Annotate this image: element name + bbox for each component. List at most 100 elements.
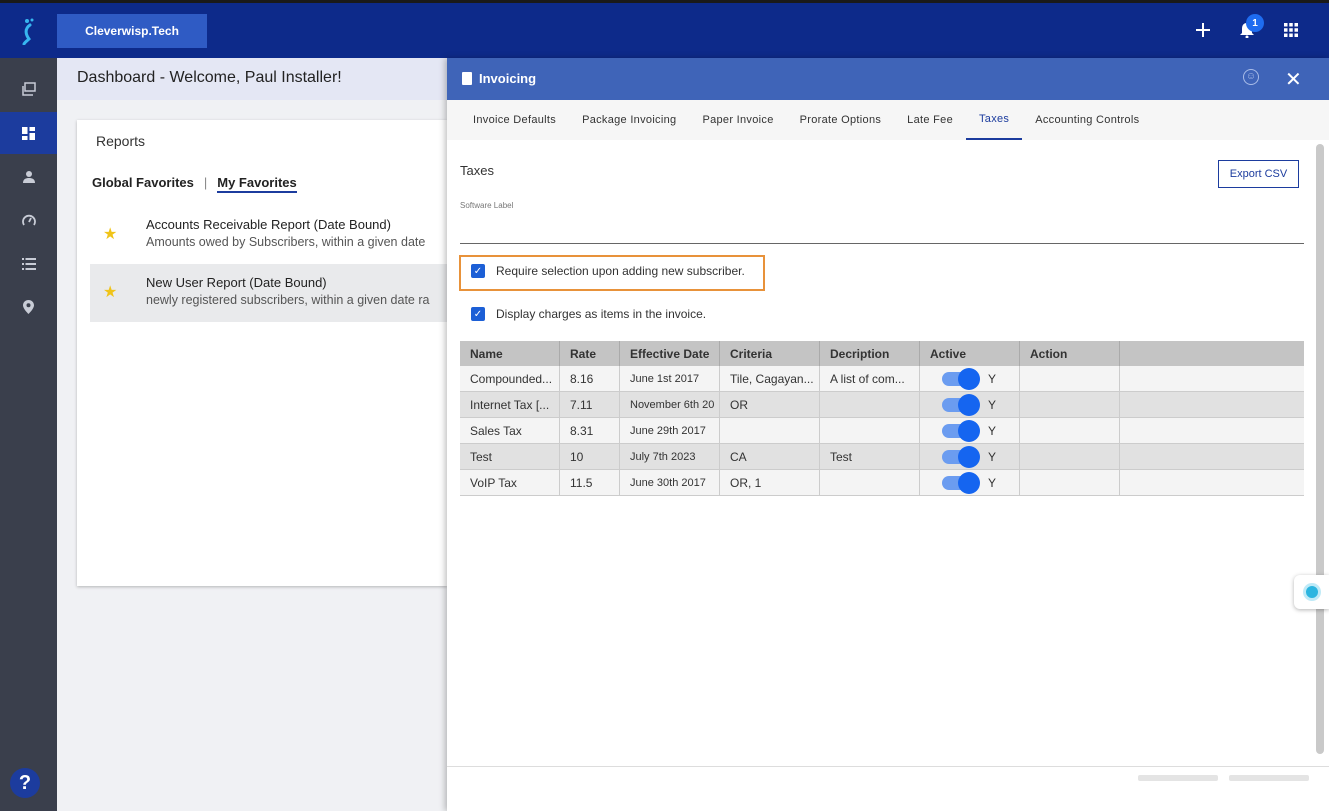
list-icon[interactable]	[0, 243, 57, 285]
star-icon[interactable]: ★	[103, 282, 117, 302]
active-value: Y	[988, 371, 997, 386]
location-icon[interactable]	[0, 286, 57, 328]
active-value: Y	[988, 423, 997, 438]
cell-name: Sales Tax	[460, 418, 560, 443]
active-toggle[interactable]	[942, 445, 980, 468]
assistant-launcher-icon[interactable]	[1294, 575, 1329, 609]
column-header[interactable]: Name	[460, 341, 560, 366]
cell-rate: 11.5	[560, 470, 620, 495]
logo-icon[interactable]	[18, 17, 40, 46]
footer-button[interactable]	[1229, 775, 1309, 781]
active-value: Y	[988, 475, 997, 490]
cell-description: Test	[820, 444, 920, 469]
brand-button[interactable]: Cleverwisp.Tech	[57, 14, 207, 48]
close-icon[interactable]: ✕	[1285, 67, 1302, 92]
cell-active: Y	[920, 392, 1020, 417]
cell-empty	[1120, 392, 1304, 417]
tab-package-invoicing[interactable]: Package Invoicing	[569, 100, 689, 140]
gallery-icon[interactable]	[0, 68, 57, 110]
cell-active: Y	[920, 444, 1020, 469]
tab-my-favorites[interactable]: My Favorites	[217, 175, 297, 193]
column-header-empty	[1120, 341, 1304, 366]
report-item[interactable]: ★ New User Report (Date Bound) newly reg…	[90, 264, 447, 322]
display-charges-checkbox-row[interactable]: ✓ Display charges as items in the invoic…	[471, 307, 706, 321]
speed-icon[interactable]	[0, 199, 57, 241]
tab-paper-invoice[interactable]: Paper Invoice	[689, 100, 786, 140]
tab-bar: Invoice Defaults Package Invoicing Paper…	[447, 100, 1329, 140]
cell-action	[1020, 418, 1120, 443]
section-title: Taxes	[460, 163, 494, 178]
require-selection-checkbox-row[interactable]: ✓ Require selection upon adding new subs…	[471, 264, 745, 278]
column-header[interactable]: Rate	[560, 341, 620, 366]
table-row[interactable]: Sales Tax 8.31 June 29th 2017 Y	[460, 418, 1304, 444]
table-row[interactable]: Internet Tax [... 7.11 November 6th 20 O…	[460, 392, 1304, 418]
panel-header: Invoicing ☺ ✕	[447, 58, 1329, 100]
document-icon	[462, 72, 472, 85]
cell-action	[1020, 444, 1120, 469]
report-item[interactable]: ★ Accounts Receivable Report (Date Bound…	[90, 206, 447, 264]
report-title: Accounts Receivable Report (Date Bound)	[146, 217, 391, 232]
cell-description	[820, 392, 920, 417]
cell-action	[1020, 470, 1120, 495]
invoicing-panel: Invoicing ☺ ✕ Invoice Defaults Package I…	[447, 58, 1329, 811]
tab-taxes[interactable]: Taxes	[966, 100, 1023, 140]
cell-date: July 7th 2023	[620, 444, 720, 469]
cell-rate: 7.11	[560, 392, 620, 417]
cell-empty	[1120, 470, 1304, 495]
cell-empty	[1120, 444, 1304, 469]
cell-empty	[1120, 418, 1304, 443]
cell-empty	[1120, 366, 1304, 391]
panel-title: Invoicing	[479, 71, 537, 86]
checkbox-label: Display charges as items in the invoice.	[496, 307, 707, 321]
column-header[interactable]: Active	[920, 341, 1020, 366]
column-header[interactable]: Effective Date	[620, 341, 720, 366]
checkbox-checked-icon[interactable]: ✓	[471, 264, 485, 278]
cell-date: November 6th 20	[620, 392, 720, 417]
column-header[interactable]: Action	[1020, 341, 1120, 366]
reports-card: Reports Global Favorites | My Favorites …	[77, 120, 447, 586]
tab-late-fee[interactable]: Late Fee	[894, 100, 966, 140]
active-toggle[interactable]	[942, 367, 980, 390]
panel-footer	[447, 766, 1329, 811]
checkbox-checked-icon[interactable]: ✓	[471, 307, 485, 321]
active-toggle[interactable]	[942, 393, 980, 416]
software-label-caption: Software Label	[460, 201, 514, 210]
dashboard-icon[interactable]	[0, 112, 57, 154]
top-bar: Cleverwisp.Tech 1	[0, 0, 1329, 58]
cell-name: Internet Tax [...	[460, 392, 560, 417]
cell-criteria: CA	[720, 444, 820, 469]
favorites-tabs: Global Favorites | My Favorites	[92, 175, 297, 193]
footer-button[interactable]	[1138, 775, 1218, 781]
column-header[interactable]: Decription	[820, 341, 920, 366]
report-subtitle: newly registered subscribers, within a g…	[146, 293, 430, 307]
table-row[interactable]: Test 10 July 7th 2023 CA Test Y	[460, 444, 1304, 470]
cell-description	[820, 470, 920, 495]
active-toggle[interactable]	[942, 471, 980, 494]
tab-accounting-controls[interactable]: Accounting Controls	[1022, 100, 1152, 140]
table-row[interactable]: VoIP Tax 11.5 June 30th 2017 OR, 1 Y	[460, 470, 1304, 496]
active-toggle[interactable]	[942, 419, 980, 442]
cell-date: June 29th 2017	[620, 418, 720, 443]
table-row[interactable]: Compounded... 8.16 June 1st 2017 Tile, C…	[460, 366, 1304, 392]
apps-grid-icon[interactable]	[1278, 17, 1304, 43]
person-icon[interactable]	[0, 156, 57, 198]
help-icon[interactable]: ?	[10, 768, 40, 798]
cell-description: A list of com...	[820, 366, 920, 391]
feedback-icon[interactable]: ☺	[1243, 69, 1259, 85]
cell-description	[820, 418, 920, 443]
tab-invoice-defaults[interactable]: Invoice Defaults	[460, 100, 569, 140]
cell-criteria: Tile, Cagayan...	[720, 366, 820, 391]
dashboard: Dashboard - Welcome, Paul Installer! Rep…	[57, 58, 447, 811]
star-icon[interactable]: ★	[103, 224, 117, 244]
export-csv-button[interactable]: Export CSV	[1218, 160, 1299, 188]
cell-action	[1020, 366, 1120, 391]
column-header[interactable]: Criteria	[720, 341, 820, 366]
active-value: Y	[988, 449, 997, 464]
page-title: Dashboard - Welcome, Paul Installer!	[57, 58, 447, 100]
taxes-table: Name Rate Effective Date Criteria Decrip…	[460, 341, 1304, 496]
plus-icon[interactable]	[1190, 17, 1216, 43]
panel-scrollbar[interactable]	[1316, 144, 1324, 754]
tab-global-favorites[interactable]: Global Favorites	[92, 175, 194, 193]
software-label-input[interactable]	[460, 243, 1304, 244]
tab-prorate-options[interactable]: Prorate Options	[787, 100, 895, 140]
